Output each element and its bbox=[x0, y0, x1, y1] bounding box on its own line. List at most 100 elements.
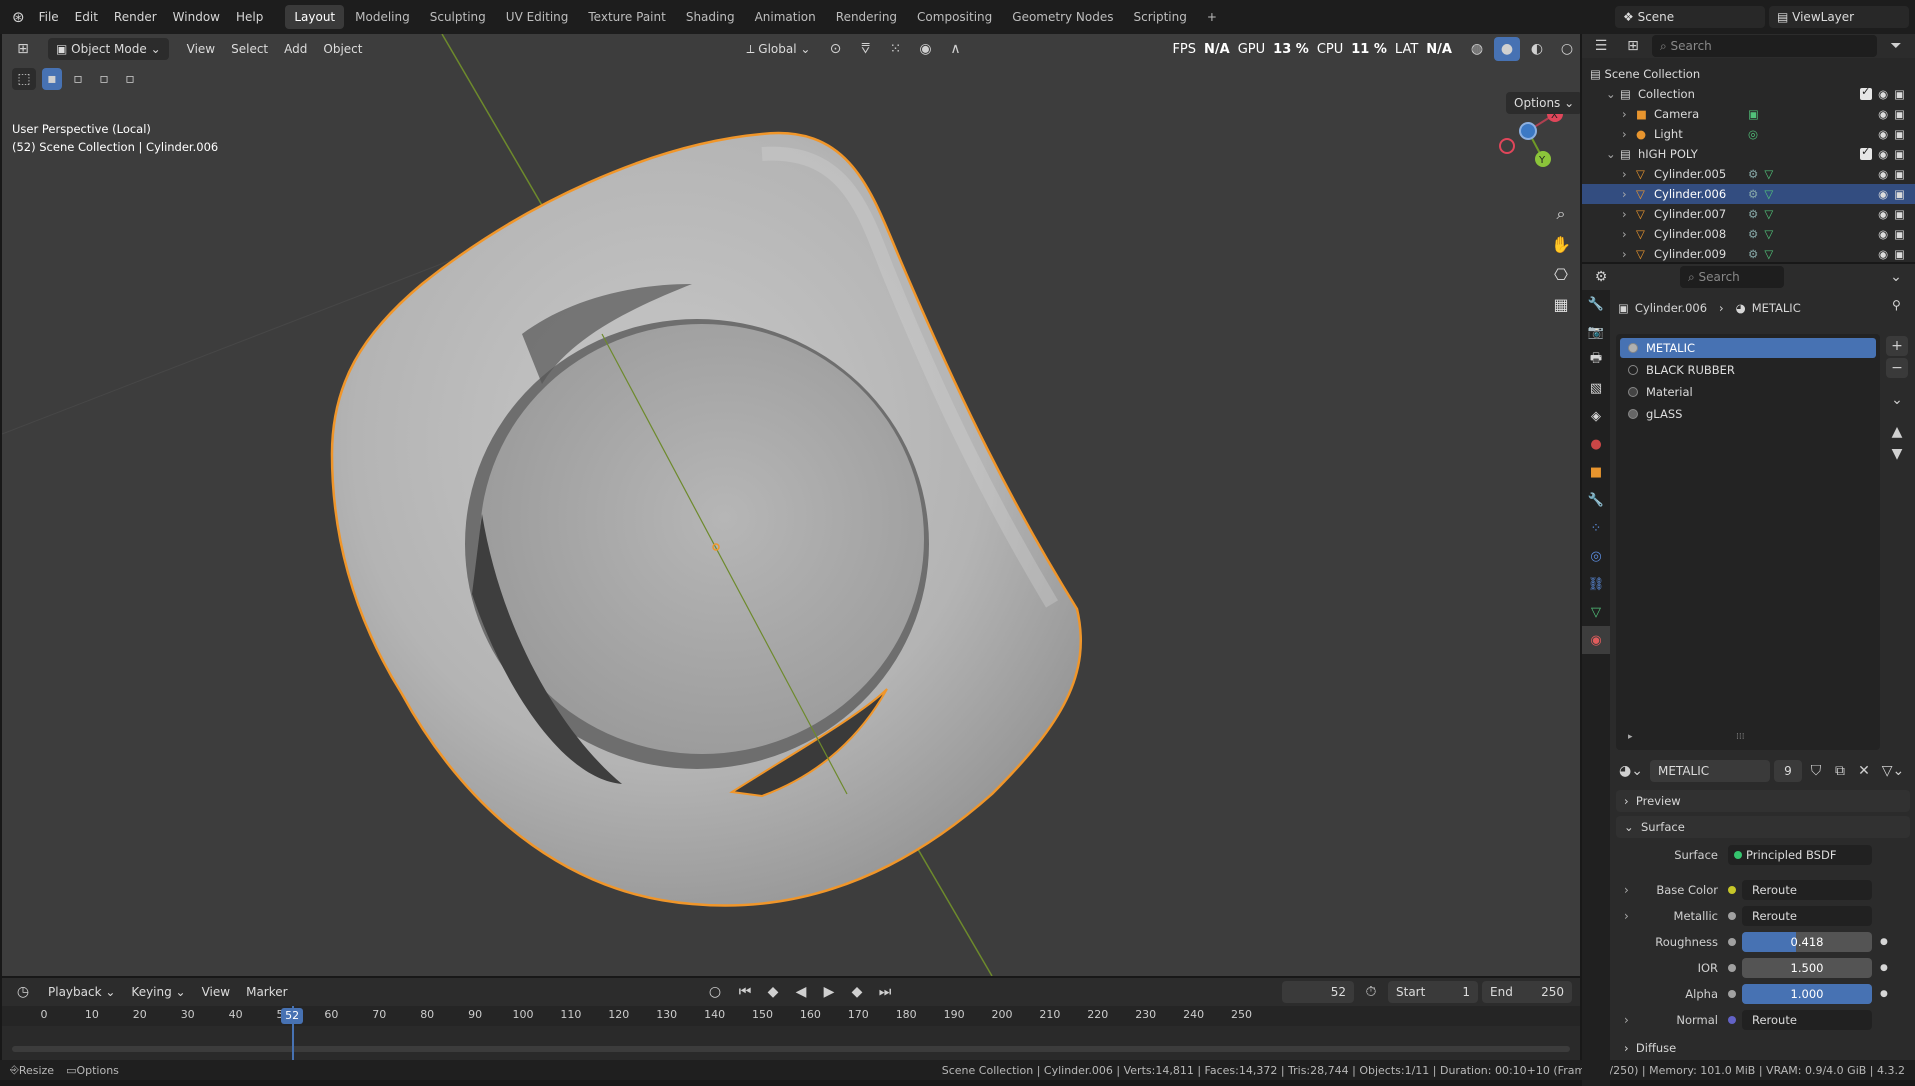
chevron-right-icon[interactable]: › bbox=[1616, 909, 1644, 923]
menu-edit[interactable]: Edit bbox=[67, 0, 106, 34]
workspace-tab-rendering[interactable]: Rendering bbox=[827, 5, 906, 29]
chevron-right-icon[interactable]: › bbox=[1622, 167, 1636, 181]
modifier-icon[interactable]: ⚙ bbox=[1748, 167, 1758, 181]
visibility-eye-icon[interactable]: ◉ bbox=[1878, 207, 1888, 221]
view-layer-selector[interactable]: ▤ ViewLayer bbox=[1769, 6, 1909, 28]
mode-selector[interactable]: ▣ Object Mode ⌄ bbox=[48, 38, 169, 60]
play-icon[interactable]: ▶ bbox=[816, 980, 842, 1004]
scene-collection-row[interactable]: ▤ Scene Collection bbox=[1582, 64, 1915, 84]
visibility-eye-icon[interactable]: ◉ bbox=[1878, 107, 1888, 121]
camera-view-icon[interactable]: ⎔ bbox=[1546, 260, 1576, 288]
tool-tab-icon[interactable]: 🔧 bbox=[1582, 290, 1610, 318]
blender-logo-icon[interactable]: ⊛ bbox=[0, 0, 31, 34]
move-up-button[interactable]: ▲ bbox=[1886, 422, 1908, 442]
outliner-row-light[interactable]: › ● Light ◎ ◉ ▣ bbox=[1582, 124, 1915, 144]
scene-tab-icon[interactable]: ◈ bbox=[1582, 402, 1610, 430]
chevron-right-icon[interactable]: › bbox=[1616, 1013, 1644, 1027]
add-slot-button[interactable]: + bbox=[1886, 336, 1908, 356]
duplicate-material-icon[interactable]: ⧉ bbox=[1830, 760, 1850, 782]
workspace-tab-texture-paint[interactable]: Texture Paint bbox=[579, 5, 674, 29]
workspace-tab-compositing[interactable]: Compositing bbox=[908, 5, 1001, 29]
camera-data-icon[interactable]: ▣ bbox=[1748, 107, 1759, 121]
modifier-icon[interactable]: ⚙ bbox=[1748, 227, 1758, 241]
material-slot-black-rubber[interactable]: BLACK RUBBER bbox=[1620, 360, 1876, 380]
timeline-menu-marker[interactable]: Marker bbox=[238, 981, 295, 1003]
material-slot-glass[interactable]: gLASS bbox=[1620, 404, 1876, 424]
zoom-icon[interactable]: ⌕ bbox=[1546, 200, 1576, 228]
outliner-row-collection[interactable]: ⌄▤Collection◉▣ bbox=[1582, 84, 1915, 104]
viewport-menu-select[interactable]: Select bbox=[223, 38, 276, 60]
chevron-right-icon[interactable]: › bbox=[1622, 127, 1636, 141]
render-camera-icon[interactable]: ▣ bbox=[1894, 227, 1905, 241]
move-down-button[interactable]: ▼ bbox=[1886, 444, 1908, 464]
render-camera-icon[interactable]: ▣ bbox=[1894, 107, 1905, 121]
select-mode-subtract-icon[interactable]: ▫ bbox=[94, 68, 114, 90]
keyframe-dot-icon[interactable]: ● bbox=[1880, 989, 1888, 999]
surface-panel-header[interactable]: ⌄ Surface bbox=[1616, 816, 1910, 838]
render-camera-icon[interactable]: ▣ bbox=[1894, 187, 1905, 201]
mesh-data-icon[interactable]: ▽ bbox=[1764, 227, 1773, 241]
socket-icon[interactable] bbox=[1728, 964, 1736, 972]
input-value-slider[interactable]: 1.000 bbox=[1742, 984, 1872, 1004]
workspace-tab-animation[interactable]: Animation bbox=[746, 5, 825, 29]
pan-hand-icon[interactable]: ✋ bbox=[1546, 230, 1576, 258]
material-browse-icon[interactable]: ◕⌄ bbox=[1616, 760, 1646, 782]
chevron-down-icon[interactable]: ⌄ bbox=[1883, 265, 1909, 289]
output-tab-icon[interactable]: 🖶 bbox=[1582, 346, 1610, 374]
render-camera-icon[interactable]: ▣ bbox=[1894, 247, 1905, 261]
render-tab-icon[interactable]: 📷 bbox=[1582, 318, 1610, 346]
render-camera-icon[interactable]: ▣ bbox=[1894, 167, 1905, 181]
workspace-tab-layout[interactable]: Layout bbox=[285, 5, 345, 29]
mesh-data-icon[interactable]: ▽ bbox=[1764, 187, 1773, 201]
material-slot-material[interactable]: Material bbox=[1620, 382, 1876, 402]
properties-editor-icon[interactable]: ⚙ bbox=[1588, 265, 1614, 289]
socket-icon[interactable] bbox=[1728, 886, 1736, 894]
mesh-data-icon[interactable]: ▽ bbox=[1764, 167, 1773, 181]
user-count-button[interactable]: 9 bbox=[1774, 760, 1802, 782]
transform-orientation[interactable]: ⟂ Global ⌄ bbox=[738, 38, 818, 60]
select-mode-new-icon[interactable]: ▪ bbox=[42, 68, 62, 90]
shading-solid-icon[interactable]: ● bbox=[1494, 37, 1520, 61]
menu-file[interactable]: File bbox=[31, 0, 67, 34]
chevron-right-icon[interactable]: › bbox=[1622, 107, 1636, 121]
input-link-field[interactable]: Reroute bbox=[1742, 906, 1872, 926]
jump-start-icon[interactable]: ⏮ bbox=[732, 980, 758, 1004]
auto-key-icon[interactable]: ○ bbox=[702, 980, 728, 1004]
shading-wireframe-icon[interactable]: ◍ bbox=[1464, 37, 1490, 61]
physics-tab-icon[interactable]: ◎ bbox=[1582, 542, 1610, 570]
unlink-material-icon[interactable]: ✕ bbox=[1854, 760, 1874, 782]
socket-icon[interactable] bbox=[1728, 1016, 1736, 1024]
chevron-down-icon[interactable]: ⌄ bbox=[1606, 87, 1620, 101]
menu-window[interactable]: Window bbox=[165, 0, 228, 34]
menu-render[interactable]: Render bbox=[106, 0, 165, 34]
visibility-eye-icon[interactable]: ◉ bbox=[1878, 127, 1888, 141]
menu-help[interactable]: Help bbox=[228, 0, 271, 34]
modifier-tab-icon[interactable]: 🔧 bbox=[1582, 486, 1610, 514]
visibility-eye-icon[interactable]: ◉ bbox=[1878, 187, 1888, 201]
surface-shader-field[interactable]: Principled BSDF bbox=[1728, 845, 1872, 865]
chevron-down-icon[interactable]: ⌄ bbox=[1606, 147, 1620, 161]
play-reverse-icon[interactable]: ◀ bbox=[788, 980, 814, 1004]
mesh-data-icon[interactable]: ▽ bbox=[1764, 247, 1773, 261]
material-slot-list[interactable]: METALIC BLACK RUBBER Material gLASS ▸ ⁞⁞⁞ bbox=[1616, 334, 1880, 750]
timeline-menu-view[interactable]: View bbox=[194, 981, 238, 1003]
select-mode-intersect-icon[interactable]: ▫ bbox=[120, 68, 140, 90]
slot-specials-button[interactable]: ⌄ bbox=[1886, 390, 1908, 410]
input-value-slider[interactable]: 0.418 bbox=[1742, 932, 1872, 952]
add-workspace-button[interactable]: + bbox=[1198, 5, 1226, 29]
workspace-tab-shading[interactable]: Shading bbox=[677, 5, 744, 29]
modifier-icon[interactable]: ⚙ bbox=[1748, 247, 1758, 261]
workspace-tab-sculpting[interactable]: Sculpting bbox=[421, 5, 495, 29]
keyframe-area[interactable] bbox=[2, 1026, 1580, 1060]
fake-user-shield-icon[interactable]: ⛉ bbox=[1806, 760, 1826, 782]
mesh-data-icon[interactable]: ▽ bbox=[1764, 207, 1773, 221]
display-mode-icon[interactable]: ⊞ bbox=[1620, 34, 1646, 58]
workspace-tab-geometry-nodes[interactable]: Geometry Nodes bbox=[1003, 5, 1122, 29]
outliner-row-cylinder-007[interactable]: › ▽ Cylinder.007 ⚙ ▽ ◉ ▣ bbox=[1582, 204, 1915, 224]
proportional-edit-icon[interactable]: ◉ bbox=[912, 37, 938, 61]
exclude-checkbox[interactable] bbox=[1860, 145, 1873, 160]
visibility-eye-icon[interactable]: ◉ bbox=[1878, 167, 1888, 181]
outliner-editor-icon[interactable]: ☰ bbox=[1588, 34, 1614, 58]
world-tab-icon[interactable]: ● bbox=[1582, 430, 1610, 458]
remove-slot-button[interactable]: − bbox=[1886, 358, 1908, 378]
